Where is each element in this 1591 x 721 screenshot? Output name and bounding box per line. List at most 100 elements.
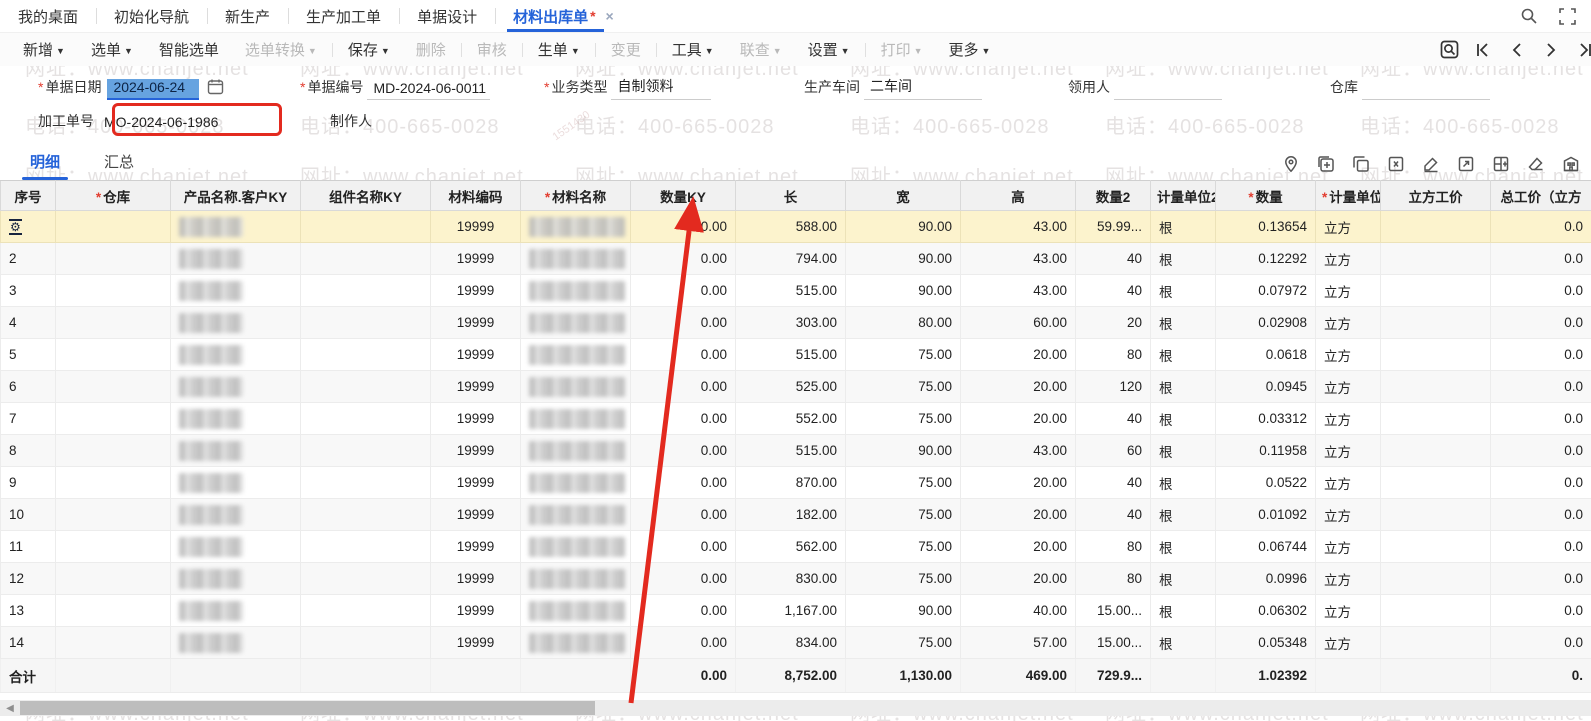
cell-unit2[interactable]: 根: [1151, 467, 1216, 499]
cell-hei[interactable]: 20.00: [961, 563, 1076, 595]
cell-len[interactable]: 834.00: [736, 627, 846, 659]
cell-hei[interactable]: 43.00: [961, 435, 1076, 467]
table-row[interactable]: 4199990.00303.0080.0060.0020根0.02908立方0.…: [1, 307, 1591, 339]
cell-code[interactable]: 19999: [431, 627, 521, 659]
cell-qty_ky[interactable]: 0.00: [631, 531, 736, 563]
cell-wid[interactable]: 75.00: [846, 403, 961, 435]
cell-component[interactable]: [301, 339, 431, 371]
cell-product[interactable]: [171, 531, 301, 563]
toolbar-button-16[interactable]: 设置▼: [795, 39, 863, 60]
cell-cubic_price[interactable]: [1381, 339, 1491, 371]
cell-product[interactable]: [171, 243, 301, 275]
first-record-icon[interactable]: [1473, 40, 1493, 60]
cell-unit2[interactable]: 根: [1151, 371, 1216, 403]
cell-product[interactable]: [171, 371, 301, 403]
cell-wid[interactable]: 90.00: [846, 243, 961, 275]
horizontal-scrollbar[interactable]: ◀: [0, 700, 1591, 716]
cell-unit2[interactable]: 根: [1151, 531, 1216, 563]
cell-wid[interactable]: 75.00: [846, 563, 961, 595]
cell-qty[interactable]: 0.06744: [1216, 531, 1316, 563]
cell-cubic_price[interactable]: [1381, 467, 1491, 499]
tab-summary[interactable]: 汇总: [90, 145, 148, 180]
cell-code[interactable]: 19999: [431, 371, 521, 403]
cell-component[interactable]: [301, 211, 431, 243]
cell-unit2[interactable]: 根: [1151, 339, 1216, 371]
cell-material[interactable]: [521, 403, 631, 435]
cell-warehouse[interactable]: [56, 531, 171, 563]
cell-material[interactable]: [521, 499, 631, 531]
cell-component[interactable]: [301, 371, 431, 403]
cell-cubic_price[interactable]: [1381, 531, 1491, 563]
cell-warehouse[interactable]: [56, 371, 171, 403]
col-header-qty2[interactable]: 数量2: [1076, 181, 1151, 211]
workshop-input[interactable]: 二车间: [864, 76, 982, 100]
maker-input[interactable]: [376, 130, 476, 134]
cell-unit2[interactable]: 根: [1151, 627, 1216, 659]
cell-warehouse[interactable]: [56, 467, 171, 499]
cell-qty_ky[interactable]: 0.00: [631, 243, 736, 275]
cell-len[interactable]: 303.00: [736, 307, 846, 339]
toolbar-button-10[interactable]: 生单▼: [525, 39, 593, 60]
cell-qty[interactable]: 0.0996: [1216, 563, 1316, 595]
cell-unit[interactable]: 立方: [1316, 403, 1381, 435]
cell-code[interactable]: 19999: [431, 339, 521, 371]
cell-no[interactable]: 12: [1, 563, 56, 595]
cell-unit[interactable]: 立方: [1316, 435, 1381, 467]
window-tab-3[interactable]: 生产加工单: [288, 0, 399, 32]
cell-component[interactable]: [301, 403, 431, 435]
table-row[interactable]: 8199990.00515.0090.0043.0060根0.11958立方0.…: [1, 435, 1591, 467]
prev-record-icon[interactable]: [1507, 40, 1527, 60]
cell-total[interactable]: 0.0: [1491, 435, 1591, 467]
cell-no[interactable]: 11: [1, 531, 56, 563]
table-row[interactable]: 14199990.00834.0075.0057.0015.00...根0.05…: [1, 627, 1591, 659]
col-header-component[interactable]: 组件名称KY: [301, 181, 431, 211]
cell-unit[interactable]: 立方: [1316, 627, 1381, 659]
tab-detail[interactable]: 明细: [16, 145, 74, 180]
cell-code[interactable]: 19999: [431, 467, 521, 499]
cell-cubic_price[interactable]: [1381, 403, 1491, 435]
cell-len[interactable]: 870.00: [736, 467, 846, 499]
cell-material[interactable]: [521, 275, 631, 307]
cell-len[interactable]: 515.00: [736, 435, 846, 467]
cell-unit[interactable]: 立方: [1316, 211, 1381, 243]
warehouse-building-icon[interactable]: [1561, 154, 1581, 174]
cell-qty2[interactable]: 40: [1076, 403, 1151, 435]
cell-material[interactable]: [521, 339, 631, 371]
cell-product[interactable]: [171, 499, 301, 531]
cell-warehouse[interactable]: [56, 275, 171, 307]
cell-code[interactable]: 19999: [431, 211, 521, 243]
cell-warehouse[interactable]: [56, 211, 171, 243]
cell-unit2[interactable]: 根: [1151, 435, 1216, 467]
cell-len[interactable]: 830.00: [736, 563, 846, 595]
cell-cubic_price[interactable]: [1381, 499, 1491, 531]
scroll-left-arrow-icon[interactable]: ◀: [2, 700, 18, 716]
cell-qty[interactable]: 0.0618: [1216, 339, 1316, 371]
cell-product[interactable]: [171, 467, 301, 499]
cell-qty[interactable]: 0.0522: [1216, 467, 1316, 499]
cell-wid[interactable]: 75.00: [846, 339, 961, 371]
cell-qty2[interactable]: 59.99...: [1076, 211, 1151, 243]
cell-qty[interactable]: 0.12292: [1216, 243, 1316, 275]
cell-code[interactable]: 19999: [431, 243, 521, 275]
biz-type-input[interactable]: 自制领料: [611, 76, 711, 100]
cell-component[interactable]: [301, 499, 431, 531]
cell-qty[interactable]: 0.07972: [1216, 275, 1316, 307]
table-row[interactable]: 13199990.001,167.0090.0040.0015.00...根0.…: [1, 595, 1591, 627]
cell-qty_ky[interactable]: 0.00: [631, 627, 736, 659]
cell-hei[interactable]: 57.00: [961, 627, 1076, 659]
cell-total[interactable]: 0.0: [1491, 339, 1591, 371]
cell-code[interactable]: 19999: [431, 403, 521, 435]
cell-total[interactable]: 0.0: [1491, 563, 1591, 595]
cell-code[interactable]: 19999: [431, 307, 521, 339]
merge-grid-icon[interactable]: [1491, 154, 1511, 174]
cell-component[interactable]: [301, 627, 431, 659]
cell-qty2[interactable]: 60: [1076, 435, 1151, 467]
copy-icon[interactable]: [1351, 154, 1371, 174]
cell-no[interactable]: 13: [1, 595, 56, 627]
window-tab-1[interactable]: 初始化导航: [96, 0, 207, 32]
insert-row-icon[interactable]: [1316, 154, 1336, 174]
cell-warehouse[interactable]: [56, 243, 171, 275]
cell-qty2[interactable]: 80: [1076, 339, 1151, 371]
cell-qty_ky[interactable]: 0.00: [631, 499, 736, 531]
cell-hei[interactable]: 20.00: [961, 371, 1076, 403]
